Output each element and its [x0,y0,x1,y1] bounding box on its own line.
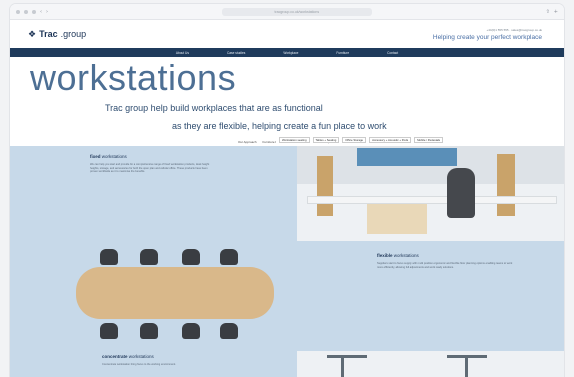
tagline: Helping create your perfect workplace [432,33,542,41]
flexible-text: Suppliers start to focus supply with mul… [377,262,513,269]
fixed-panel: fixed workstations We can help you start… [10,146,297,241]
content-grid: fixed workstations We can help you start… [10,146,564,377]
subtab-workstation-seating[interactable]: Workstation seating [279,137,310,143]
chair [140,249,158,265]
desk-legs-image [297,351,564,377]
hero-line-2: as they are flexible, helping create a f… [172,121,387,131]
blue-screen [357,148,457,166]
concentrate-title: concentrate workstations [102,354,154,359]
nav-case-studies[interactable]: Case studies [227,51,245,55]
shelf-unit [497,154,515,216]
window-maximize-dot[interactable] [32,9,36,14]
concentrate-text: Concentrate workstation bring focus to t… [102,363,176,366]
chair [100,249,118,265]
chair [220,323,238,339]
contact-info[interactable]: +44(0)1 555 555 · sales@tracgroup.co.uk [433,28,543,32]
subtab-office-storage[interactable]: Office Storage [342,137,367,143]
chair [100,323,118,339]
site-header: ❖ Trac .group +44(0)1 555 555 · sales@tra… [10,20,564,48]
flexible-title: flexible workstations [377,253,419,258]
chair [182,323,200,339]
concentrate-panel: concentrate workstations Concentrate wor… [10,351,297,377]
desk-surface [307,196,557,204]
meeting-table [76,267,274,319]
chair [182,249,200,265]
subtab-accessory[interactable]: Accessory + Acoustic + Pods [369,137,412,143]
tab-our-approach[interactable]: Our Approach [238,140,257,144]
back-icon[interactable]: ‹ [40,9,42,15]
forward-icon[interactable]: › [46,9,48,15]
browser-toolbar: ‹ › tracgroup.co.uk/workstations ⇧ + [10,4,564,20]
desk-leg [465,355,468,377]
office-chair [447,168,475,218]
new-tab-icon[interactable]: + [554,9,558,15]
logo-text-rest: .group [60,29,87,39]
hero: workstations Trac group help build workp… [10,57,564,137]
desk-leg [341,355,344,377]
window-minimize-dot[interactable] [24,9,28,14]
address-bar[interactable]: tracgroup.co.uk/workstations [221,7,372,16]
workstation-image [297,146,564,241]
chair [220,249,238,265]
pedestal [367,204,427,234]
page-title: workstations [30,57,237,98]
fixed-text: We can help you start and provide for a … [90,163,210,174]
window-close-dot[interactable] [16,9,20,14]
hero-line-1: Trac group help build workplaces that ar… [105,103,323,113]
main-nav: About Us Case studies Workplace Furnitur… [10,48,564,57]
logo-icon: ❖ [28,28,37,39]
shelf-unit [317,156,333,216]
browser-window: ‹ › tracgroup.co.uk/workstations ⇧ + ❖ T… [10,4,564,377]
table-image [10,241,297,351]
subtab-mobile-pedestals[interactable]: Mobile / Pedestals [414,137,444,143]
logo-text-bold: Trac [39,29,58,39]
desk-frame [327,355,367,358]
nav-workplace[interactable]: Workplace [283,51,298,55]
share-icon[interactable]: ⇧ [546,9,550,15]
sub-tabs: Workstation seating Tables + Seating Off… [276,137,447,143]
flexible-panel: flexible workstations Suppliers start to… [297,241,564,351]
fixed-title: fixed workstations [90,154,127,159]
chair [140,323,158,339]
subtab-tables-seating[interactable]: Tables + Seating [312,137,340,143]
site-logo[interactable]: ❖ Trac .group [28,29,86,40]
nav-contact[interactable]: Contact [387,51,398,55]
nav-furniture[interactable]: Furniture [336,51,349,55]
nav-about-us[interactable]: About Us [176,51,189,55]
